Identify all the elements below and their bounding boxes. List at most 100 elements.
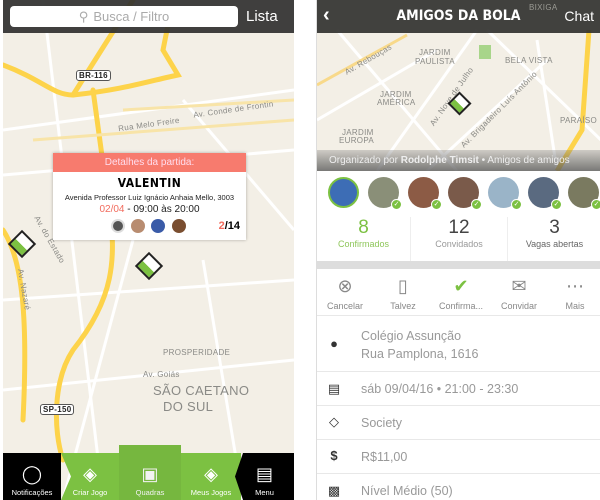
- envelope-icon: ✉: [511, 276, 527, 296]
- place-name: Colégio Assunção: [361, 329, 462, 343]
- check-icon: ✓: [391, 199, 402, 210]
- popup-header: Detalhes da partida:: [53, 153, 246, 172]
- action-label: Cancelar: [326, 301, 364, 311]
- avatar[interactable]: ✓: [408, 177, 442, 210]
- check-icon: ✓: [511, 199, 522, 210]
- avatar[interactable]: [328, 177, 359, 208]
- map-label: SP-150: [40, 404, 75, 415]
- more-button[interactable]: ⋯ Mais: [547, 275, 600, 311]
- avatar[interactable]: ✓: [448, 177, 482, 210]
- stat-vagas[interactable]: 3 Vagas abertas: [508, 217, 600, 262]
- player-count: 2/14: [219, 220, 240, 232]
- group-name: • Amigos de amigos: [478, 155, 570, 166]
- cancel-icon: ⊗: [337, 276, 353, 296]
- map-screen: BR-116 Av. Conde de Frontin Rua Melo Fre…: [3, 0, 294, 500]
- map-label: JARDIM: [419, 48, 451, 57]
- map-label: PROSPERIDADE: [163, 348, 231, 357]
- nav-menu[interactable]: ▤ Menu: [235, 453, 294, 500]
- map-label: BIXIGA: [529, 3, 558, 12]
- match-title: VALENTIN: [117, 176, 182, 190]
- avatar[interactable]: ✓: [368, 177, 402, 210]
- avatar: [172, 219, 186, 233]
- organizer-bar: Organizado por Rodolphe Timsit • Amigos …: [317, 150, 600, 171]
- level: Nível Médio (50): [361, 484, 453, 498]
- bookmark-icon: ▯: [398, 276, 408, 296]
- check-icon: ✓: [431, 199, 442, 210]
- avatar[interactable]: ✓: [488, 177, 522, 210]
- price: R$11,00: [361, 450, 408, 464]
- check-circle-icon: ✔: [453, 276, 469, 296]
- level-row: ▩ Nível Médio (50): [317, 473, 600, 500]
- map-label: BELA VISTA: [505, 56, 553, 65]
- avatar: [131, 219, 145, 233]
- match-details-popup[interactable]: Detalhes da partida: VALENTIN Avenida Pr…: [53, 153, 246, 240]
- shirt-icon: ▤: [255, 464, 273, 484]
- search-input[interactable]: ⚲ Busca / Filtro: [10, 6, 238, 27]
- stat-convidados[interactable]: 12 Convidados: [411, 217, 508, 262]
- map[interactable]: [3, 0, 294, 500]
- organizer-prefix: Organizado por: [329, 155, 401, 166]
- list-diamond-icon: ◈: [204, 464, 218, 484]
- nav-notificacoes[interactable]: ◯ Notificações: [3, 453, 61, 500]
- stat-value: 8: [358, 217, 369, 238]
- pin-icon: ●: [330, 336, 338, 351]
- check-icon: ✓: [471, 199, 482, 210]
- page-title: AMIGOS DA BOLA: [396, 8, 521, 24]
- dollar-icon: $: [330, 448, 338, 463]
- check-icon: ✓: [591, 199, 600, 210]
- search-placeholder: Busca / Filtro: [93, 9, 170, 24]
- confirm-button[interactable]: ✔ Confirma...: [433, 275, 489, 311]
- map-label: SÃO CAETANO: [153, 383, 250, 398]
- avatar: [111, 219, 125, 233]
- match-address: Avenida Professor Luiz Ignácio Anhaia Me…: [64, 193, 235, 202]
- datetime-row: ▤ sáb 09/04/16 • 21:00 - 23:30: [317, 371, 600, 405]
- avatar[interactable]: ✓: [528, 177, 562, 210]
- list-button[interactable]: Lista: [246, 8, 278, 25]
- nav-label: Criar Jogo: [72, 488, 108, 497]
- match-date: 02/04: [99, 204, 125, 215]
- organizer-name[interactable]: Rodolphe Timsit: [401, 155, 479, 166]
- map-label: EUROPA: [339, 136, 374, 145]
- avatar[interactable]: ✓: [568, 177, 600, 210]
- nav-meus-jogos[interactable]: ◈ Meus Jogos: [181, 453, 241, 500]
- map-label: DO SUL: [163, 399, 214, 414]
- nav-label: Menu: [255, 488, 274, 497]
- nav-quadras[interactable]: ▣ Quadras: [119, 445, 181, 500]
- maybe-button[interactable]: ▯ Talvez: [375, 275, 431, 311]
- nav-label: Meus Jogos: [190, 488, 232, 497]
- type-row: ◇ Society: [317, 405, 600, 439]
- place-address: Rua Pamplona, 1616: [361, 347, 479, 361]
- match-hours: - 09:00 às 20:00: [124, 204, 200, 215]
- map-label: BR-116: [76, 70, 111, 81]
- more-icon: ⋯: [566, 276, 584, 296]
- location-row[interactable]: ● Colégio Assunção Rua Pamplona, 1616: [317, 315, 600, 371]
- map-label: Av. Goiás: [143, 370, 180, 379]
- stat-value: 3: [549, 217, 560, 238]
- action-label: Talvez: [390, 301, 416, 311]
- signal-bars-icon: ▩: [327, 483, 341, 498]
- court-type: Society: [361, 416, 402, 430]
- price-row: $ R$11,00: [317, 439, 600, 473]
- action-label: Mais: [565, 301, 585, 311]
- search-icon: ⚲: [78, 8, 89, 24]
- avatar: [151, 219, 165, 233]
- nav-label: Quadras: [135, 488, 165, 497]
- invite-button[interactable]: ✉ Convidar: [491, 275, 547, 311]
- check-icon: ✓: [551, 199, 562, 210]
- stat-confirmados[interactable]: 8 Confirmados: [317, 217, 411, 262]
- divider: [317, 261, 600, 269]
- map-label: PAULISTA: [415, 57, 455, 66]
- match-time: 02/04 - 09:00 às 20:00: [53, 204, 246, 215]
- count-total: /14: [224, 220, 240, 232]
- action-label: Confirma...: [438, 301, 483, 311]
- stat-label: Convidados: [435, 239, 483, 249]
- cancel-button[interactable]: ⊗ Cancelar: [317, 275, 373, 311]
- whistle-icon: ◯: [21, 464, 43, 484]
- map-label: PARAÍSO: [560, 116, 598, 125]
- stat-label: Confirmados: [337, 239, 390, 249]
- map-label: AMÉRICA: [377, 98, 416, 107]
- stat-value: 12: [448, 217, 470, 238]
- datetime: sáb 09/04/16 • 21:00 - 23:30: [361, 382, 519, 396]
- diamond-icon: ◇: [329, 414, 339, 429]
- chat-button[interactable]: Chat: [564, 8, 594, 24]
